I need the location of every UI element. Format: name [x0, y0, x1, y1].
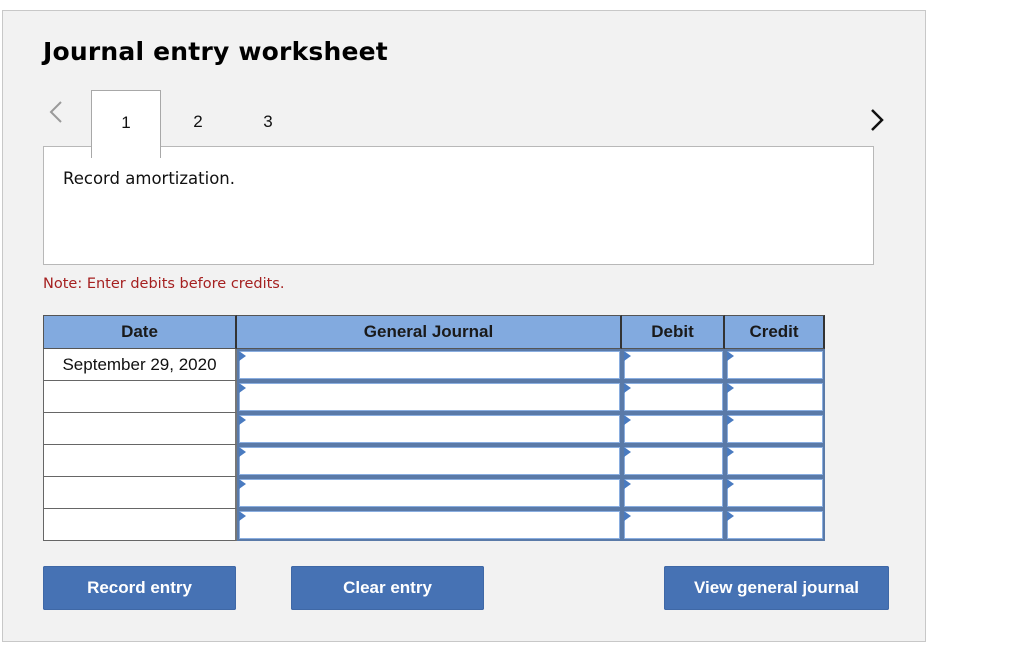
debit-input[interactable]	[622, 349, 725, 381]
table-row	[43, 509, 825, 541]
debit-input[interactable]	[622, 381, 725, 413]
tab-entry-1[interactable]: 1	[91, 90, 161, 158]
credit-input[interactable]	[725, 445, 825, 477]
credit-input[interactable]	[725, 477, 825, 509]
date-cell	[43, 413, 237, 445]
column-header-date: Date	[43, 315, 237, 349]
dropdown-flag-icon	[727, 511, 734, 521]
account-select[interactable]	[237, 445, 622, 477]
dropdown-flag-icon	[727, 383, 734, 393]
chevron-left-icon	[49, 101, 62, 123]
debit-input[interactable]	[622, 413, 725, 445]
dropdown-flag-icon	[727, 351, 734, 361]
dropdown-flag-icon	[727, 447, 734, 457]
table-header-row: Date General Journal Debit Credit	[43, 315, 825, 349]
column-header-general-journal: General Journal	[237, 315, 622, 349]
dropdown-flag-icon	[624, 447, 631, 457]
credit-input[interactable]	[725, 413, 825, 445]
credit-input[interactable]	[725, 381, 825, 413]
previous-entry-button[interactable]	[46, 97, 66, 127]
dropdown-flag-icon	[624, 511, 631, 521]
table-row	[43, 381, 825, 413]
dropdown-flag-icon	[624, 479, 631, 489]
dropdown-flag-icon	[727, 415, 734, 425]
debit-input[interactable]	[622, 477, 725, 509]
dropdown-flag-icon	[624, 415, 631, 425]
dropdown-flag-icon	[239, 479, 246, 489]
instruction-box: Record amortization.	[43, 146, 874, 265]
account-select[interactable]	[237, 477, 622, 509]
record-entry-button[interactable]: Record entry	[43, 566, 236, 610]
tab-label: 2	[193, 112, 203, 131]
journal-entry-table: Date General Journal Debit Credit Septem…	[43, 315, 825, 541]
credit-input[interactable]	[725, 349, 825, 381]
table-row	[43, 413, 825, 445]
next-entry-button[interactable]	[867, 105, 887, 135]
page-title: Journal entry worksheet	[43, 37, 388, 66]
view-general-journal-button[interactable]: View general journal	[664, 566, 889, 610]
account-select[interactable]	[237, 509, 622, 541]
date-cell	[43, 381, 237, 413]
table-row	[43, 445, 825, 477]
chevron-right-icon	[871, 109, 884, 131]
table-row: September 29, 2020	[43, 349, 825, 381]
date-cell	[43, 445, 237, 477]
dropdown-flag-icon	[239, 351, 246, 361]
dropdown-flag-icon	[624, 383, 631, 393]
date-cell	[43, 477, 237, 509]
dropdown-flag-icon	[239, 415, 246, 425]
dropdown-flag-icon	[239, 383, 246, 393]
clear-entry-button[interactable]: Clear entry	[291, 566, 484, 610]
instruction-text: Record amortization.	[63, 169, 235, 188]
tab-label: 3	[263, 112, 273, 131]
journal-entry-worksheet-panel: Journal entry worksheet 1 2 3 Record amo…	[2, 10, 926, 642]
note-text: Note: Enter debits before credits.	[43, 276, 285, 292]
tab-label: 1	[121, 113, 131, 132]
dropdown-flag-icon	[239, 511, 246, 521]
account-select[interactable]	[237, 413, 622, 445]
table-row	[43, 477, 825, 509]
dropdown-flag-icon	[727, 479, 734, 489]
column-header-credit: Credit	[725, 315, 825, 349]
date-cell	[43, 509, 237, 541]
dropdown-flag-icon	[624, 351, 631, 361]
account-select[interactable]	[237, 381, 622, 413]
account-select[interactable]	[237, 349, 622, 381]
debit-input[interactable]	[622, 445, 725, 477]
debit-input[interactable]	[622, 509, 725, 541]
dropdown-flag-icon	[239, 447, 246, 457]
date-cell: September 29, 2020	[43, 349, 237, 381]
column-header-debit: Debit	[622, 315, 725, 349]
credit-input[interactable]	[725, 509, 825, 541]
